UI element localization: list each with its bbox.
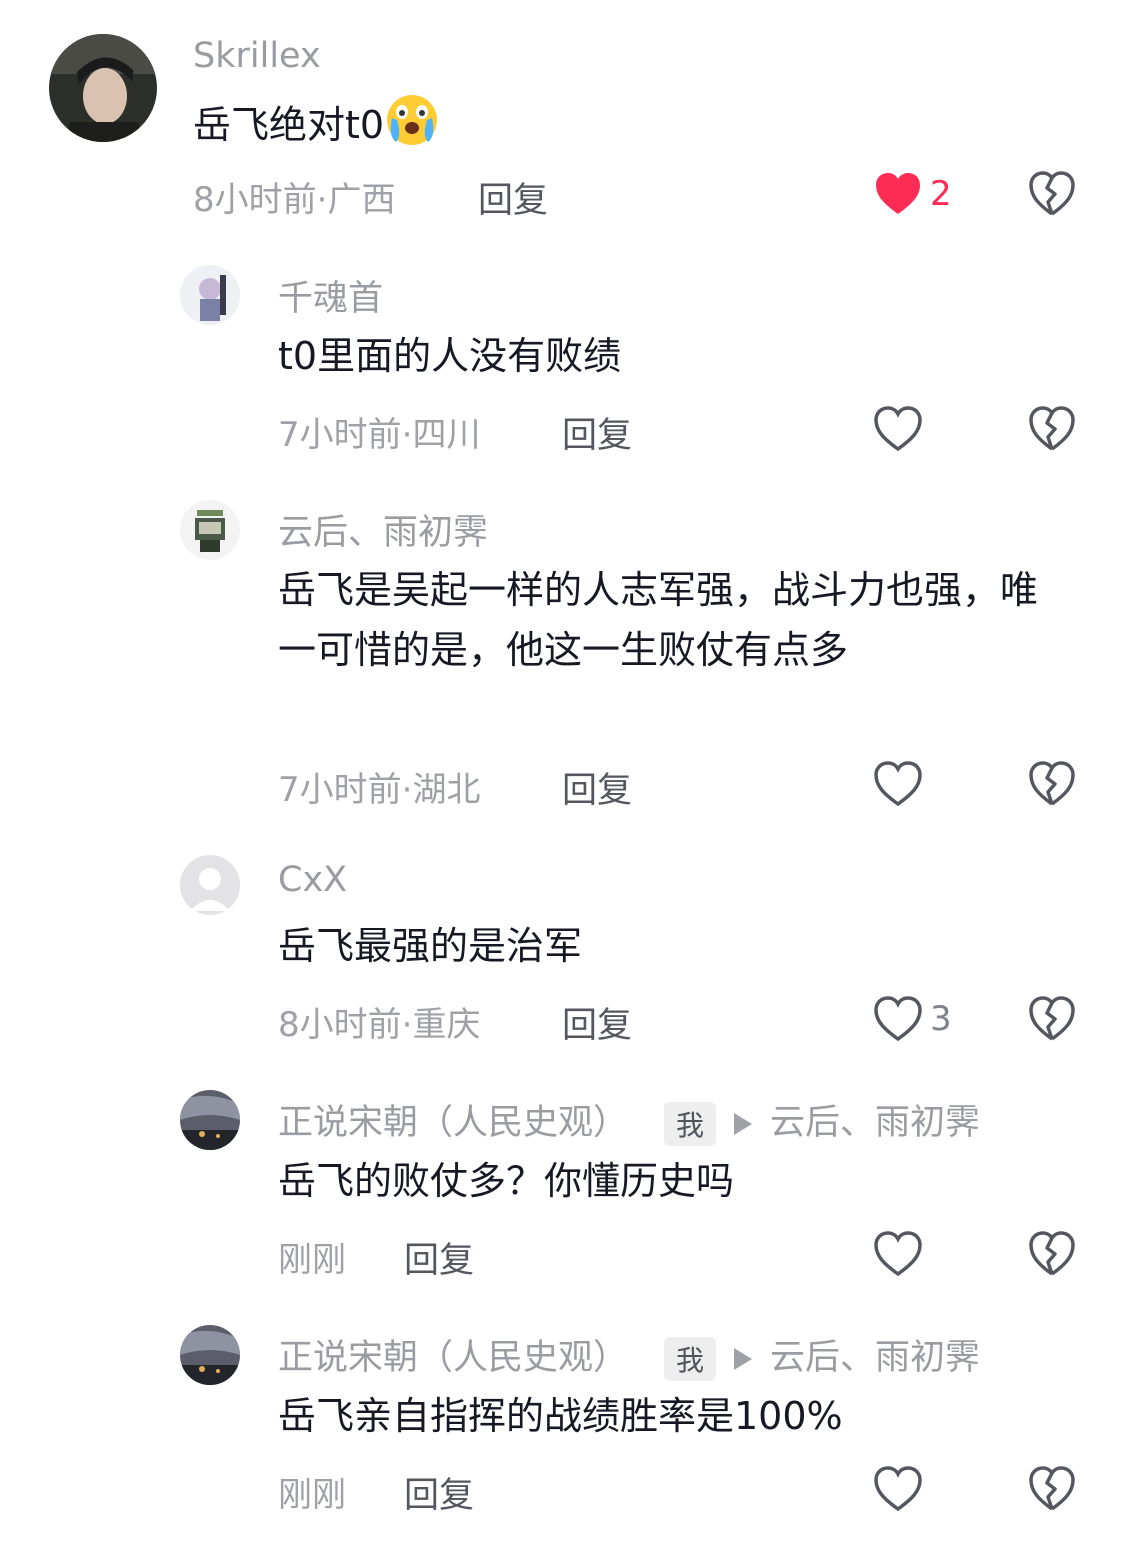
comment-text: 岳飞的败仗多？你懂历史吗 <box>278 1159 735 1203</box>
dislike-button[interactable] <box>1028 1230 1076 1278</box>
reply-button[interactable]: 回复 <box>562 407 632 458</box>
avatar[interactable] <box>180 265 240 325</box>
broken-heart-icon <box>1029 1231 1075 1276</box>
like-button[interactable] <box>874 1466 930 1512</box>
reply-arrow-icon <box>734 1348 753 1370</box>
heart-icon <box>874 1466 922 1512</box>
reply-button[interactable]: 回复 <box>404 1232 474 1283</box>
reply-button[interactable]: 回复 <box>562 997 632 1048</box>
username-line: 正说宋朝（人民史观） 我 云后、雨初霁 <box>278 1094 980 1146</box>
broken-heart-icon <box>1029 406 1075 451</box>
username[interactable]: 千魂首 <box>278 270 383 321</box>
username[interactable]: 正说宋朝（人民史观） <box>278 1338 628 1378</box>
me-badge: 我 <box>664 1337 717 1381</box>
reply-arrow-icon <box>734 1113 753 1135</box>
broken-heart-icon <box>1029 761 1075 806</box>
username[interactable]: 正说宋朝（人民史观） <box>278 1103 628 1143</box>
comment-time: 刚刚 <box>278 1475 346 1515</box>
dislike-button[interactable] <box>1028 995 1076 1043</box>
dislike-button[interactable] <box>1028 1465 1076 1513</box>
avatar[interactable] <box>180 500 240 560</box>
broken-heart-icon <box>1029 996 1075 1041</box>
username[interactable]: Skrillex <box>193 36 321 76</box>
comment-text: 岳飞最强的是治军 <box>278 924 583 968</box>
reply-button[interactable]: 回复 <box>562 762 632 813</box>
reply-target-username[interactable]: 云后、雨初霁 <box>770 1338 980 1378</box>
comment-text-content: 岳飞绝对t0 <box>193 103 385 147</box>
reply-button[interactable]: 回复 <box>404 1467 474 1518</box>
avatar[interactable] <box>180 855 240 915</box>
dislike-button[interactable] <box>1028 760 1076 808</box>
username-line: 正说宋朝（人民史观） 我 云后、雨初霁 <box>278 1329 980 1381</box>
avatar[interactable] <box>180 1325 240 1385</box>
heart-icon <box>874 406 922 452</box>
like-button[interactable]: 2 <box>874 171 952 217</box>
dislike-button[interactable] <box>1028 170 1076 218</box>
comment-text: 岳飞是吴起一样的人志军强，战斗力也强，唯一可惜的是，他这一生败仗有点多 <box>278 568 1039 672</box>
reply-button[interactable]: 回复 <box>478 172 548 223</box>
like-count: 2 <box>930 174 952 214</box>
me-badge: 我 <box>664 1102 717 1146</box>
broken-heart-icon <box>1029 171 1075 216</box>
heart-icon <box>874 761 922 807</box>
username[interactable]: CxX <box>278 860 347 900</box>
comment-time: 7小时前·四川 <box>278 415 481 455</box>
comment-time: 8小时前·重庆 <box>278 1005 481 1045</box>
heart-icon <box>874 1231 922 1277</box>
avatar[interactable] <box>180 1090 240 1150</box>
like-button[interactable] <box>874 761 930 807</box>
heart-icon <box>876 173 920 214</box>
heart-icon <box>874 996 922 1042</box>
comment-text: 岳飞亲自指挥的战绩胜率是100% <box>278 1394 843 1438</box>
crying-face-emoji-icon <box>384 92 440 163</box>
comment-time: 8小时前·广西 <box>193 180 396 220</box>
like-button[interactable]: 3 <box>874 996 952 1042</box>
like-button[interactable] <box>874 406 930 452</box>
comment-text: t0里面的人没有败绩 <box>278 334 622 378</box>
avatar[interactable] <box>49 34 157 142</box>
username[interactable]: 云后、雨初霁 <box>278 504 488 555</box>
comment-text: 岳飞绝对t0 <box>193 92 983 163</box>
broken-heart-icon <box>1029 1466 1075 1511</box>
comment-time: 7小时前·湖北 <box>278 770 481 810</box>
dislike-button[interactable] <box>1028 405 1076 453</box>
like-count: 3 <box>930 999 952 1039</box>
like-button[interactable] <box>874 1231 930 1277</box>
reply-target-username[interactable]: 云后、雨初霁 <box>770 1103 980 1143</box>
comment-time: 刚刚 <box>278 1240 346 1280</box>
